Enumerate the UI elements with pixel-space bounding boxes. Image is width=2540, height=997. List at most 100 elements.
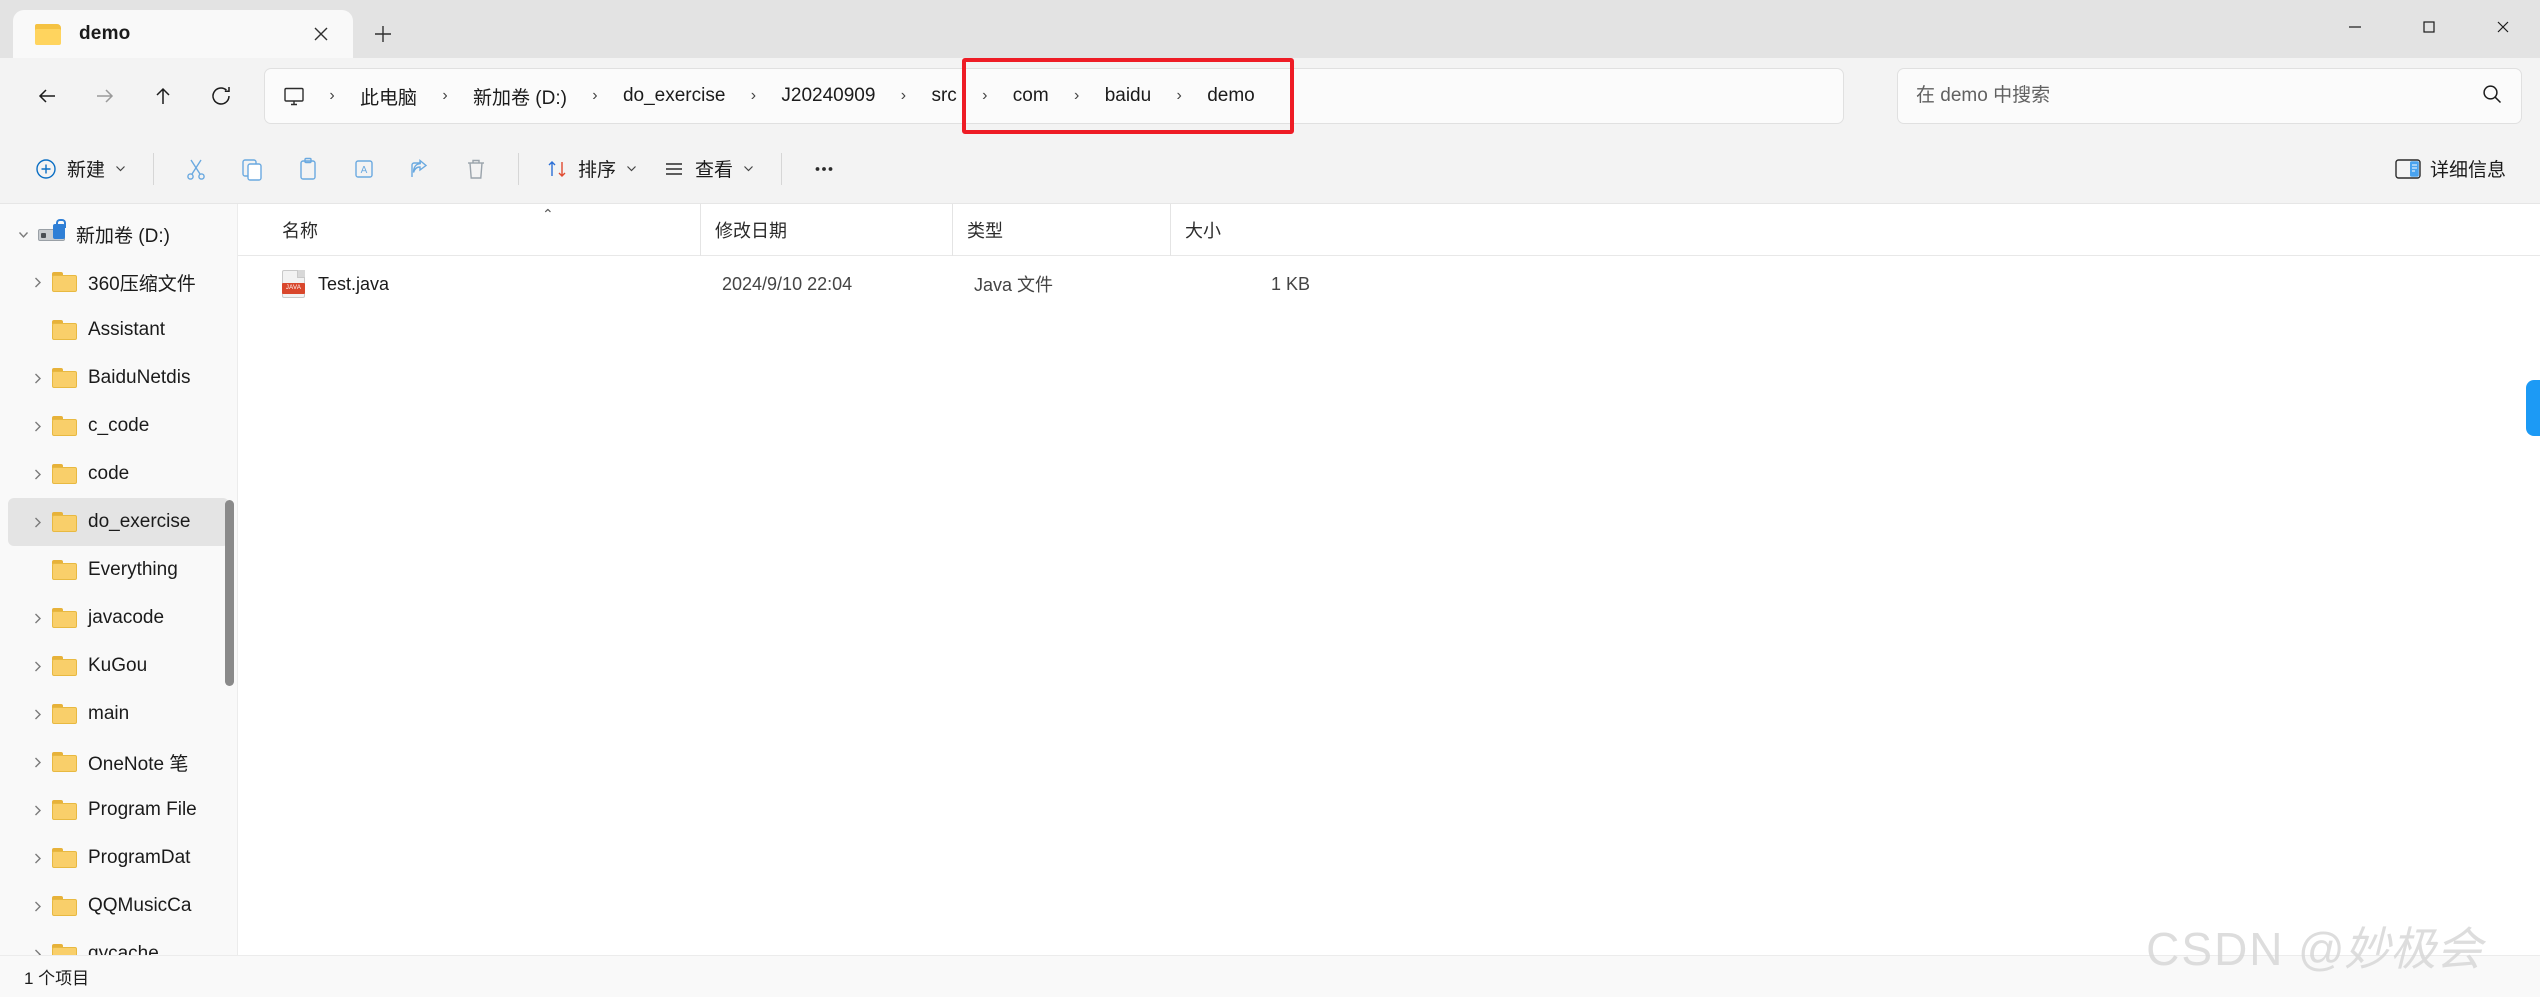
new-tab-button[interactable] <box>353 10 413 58</box>
explorer-body: 新加卷 (D:) 360压缩文件 Assistant BaiduNetdis c_cod… <box>0 203 2540 955</box>
chevron-right-icon[interactable] <box>22 795 52 825</box>
search-icon[interactable] <box>2481 83 2503 110</box>
view-button-label: 查看 <box>695 160 734 181</box>
table-row[interactable]: JAVA Test.java 2024/9/10 22:04 Java 文件 1… <box>246 258 2532 310</box>
sidebar-item-programdat[interactable]: ProgramDat <box>8 834 229 882</box>
chevron-right-icon[interactable] <box>22 747 52 777</box>
breadcrumb-separator: › <box>442 87 448 104</box>
chevron-right-icon[interactable] <box>22 651 52 681</box>
view-button[interactable]: 查看 <box>650 144 767 194</box>
chevron-down-icon[interactable] <box>8 219 38 249</box>
column-header-modified[interactable]: 修改日期 <box>700 203 952 256</box>
file-type-cell: Java 文件 <box>974 275 1054 295</box>
sidebar-scrollbar[interactable] <box>225 500 234 686</box>
breadcrumb-item-baidu[interactable]: baidu <box>1092 74 1165 118</box>
delete-button[interactable] <box>448 144 504 194</box>
column-header-type[interactable]: 类型 <box>952 203 1170 256</box>
folder-icon <box>52 848 77 868</box>
breadcrumb-separator: › <box>329 87 335 104</box>
sidebar-item-c-code[interactable]: c_code <box>8 402 229 450</box>
sidebar-item-assistant[interactable]: Assistant <box>8 306 229 354</box>
file-modified-cell: 2024/9/10 22:04 <box>722 273 853 294</box>
chevron-right-icon[interactable] <box>22 891 52 921</box>
sidebar-item-do-exercise[interactable]: do_exercise <box>8 498 229 546</box>
chevron-right-icon[interactable] <box>22 411 52 441</box>
folder-icon <box>52 656 77 676</box>
folder-icon <box>52 368 77 388</box>
sidebar-item-label: ProgramDat <box>88 847 191 868</box>
sidebar-item-program-file[interactable]: Program File <box>8 786 229 834</box>
this-pc-icon[interactable] <box>271 74 317 118</box>
copy-button[interactable] <box>224 144 280 194</box>
column-header-size[interactable]: 大小 <box>1170 203 1330 256</box>
breadcrumb-item-src[interactable]: src <box>918 74 969 118</box>
navigation-bar: › 此电脑 › 新加卷 (D:) › do_exercise › J202409… <box>0 58 2540 134</box>
breadcrumb-separator: › <box>982 87 988 104</box>
sidebar-item-qqmusicca[interactable]: QQMusicCa <box>8 882 229 930</box>
address-bar-breadcrumb[interactable]: › 此电脑 › 新加卷 (D:) › do_exercise › J202409… <box>264 68 1844 124</box>
sort-button[interactable]: 排序 <box>533 144 650 194</box>
folder-icon <box>52 320 77 340</box>
close-tab-icon[interactable] <box>303 16 339 52</box>
sidebar-item-label: c_code <box>88 415 150 436</box>
paste-button[interactable] <box>280 144 336 194</box>
details-pane-button[interactable]: 详细信息 <box>2383 144 2518 194</box>
close-window-button[interactable] <box>2466 0 2540 54</box>
sidebar-item-label: KuGou <box>88 655 148 676</box>
chevron-down-icon[interactable] <box>742 162 755 175</box>
up-button[interactable] <box>134 67 192 125</box>
breadcrumb-item-this-pc[interactable]: 此电脑 <box>347 74 430 118</box>
sidebar-item-main[interactable]: main <box>8 690 229 738</box>
feedback-tab-icon[interactable] <box>2526 380 2540 436</box>
chevron-right-icon[interactable] <box>22 699 52 729</box>
breadcrumb-separator: › <box>1176 87 1182 104</box>
search-input[interactable] <box>1916 85 2471 107</box>
sidebar-item-qycache[interactable]: qycache <box>8 930 229 955</box>
minimize-button[interactable] <box>2318 0 2392 54</box>
sidebar-item-baidunetdis[interactable]: BaiduNetdis <box>8 354 229 402</box>
tab-demo[interactable]: demo <box>13 10 353 58</box>
rename-button[interactable]: A <box>336 144 392 194</box>
chevron-right-icon[interactable] <box>22 939 52 955</box>
command-toolbar: 新建 A 排序 查看 详细信息 <box>0 134 2540 204</box>
cut-button[interactable] <box>168 144 224 194</box>
folder-icon <box>52 416 77 436</box>
breadcrumb-item-demo[interactable]: demo <box>1194 74 1268 118</box>
column-header-name[interactable]: 名称 ⌃ <box>262 204 700 256</box>
sidebar-item-label: Everything <box>88 559 178 580</box>
sidebar-item-code[interactable]: code <box>8 450 229 498</box>
chevron-down-icon[interactable] <box>114 162 127 175</box>
toolbar-divider <box>781 152 783 185</box>
chevron-down-icon[interactable] <box>625 162 638 175</box>
folder-icon <box>52 896 77 916</box>
window-controls <box>2318 0 2540 54</box>
sidebar-item-d[interactable]: 新加卷 (D:) <box>8 210 229 258</box>
breadcrumb-separator: › <box>1074 87 1080 104</box>
column-header-name-label: 名称 <box>282 220 318 241</box>
breadcrumb-item-drive-d[interactable]: 新加卷 (D:) <box>460 74 580 118</box>
share-button[interactable] <box>392 144 448 194</box>
sidebar-item-javacode[interactable]: javacode <box>8 594 229 642</box>
sidebar-item-onenote[interactable]: OneNote 笔 <box>8 738 229 786</box>
back-button[interactable] <box>18 67 76 125</box>
chevron-right-icon[interactable] <box>22 603 52 633</box>
sidebar-item-everything[interactable]: Everything <box>8 546 229 594</box>
tab-title: demo <box>79 23 131 44</box>
breadcrumb-item-do-exercise[interactable]: do_exercise <box>610 74 738 118</box>
chevron-right-icon[interactable] <box>22 843 52 873</box>
breadcrumb-item-j20240909[interactable]: J20240909 <box>768 74 888 118</box>
sidebar-item-360[interactable]: 360压缩文件 <box>8 258 229 306</box>
search-box[interactable] <box>1897 68 2522 124</box>
sort-button-label: 排序 <box>578 160 617 181</box>
breadcrumb-item-com[interactable]: com <box>1000 74 1062 118</box>
chevron-right-icon[interactable] <box>22 363 52 393</box>
new-button[interactable]: 新建 <box>22 144 139 194</box>
refresh-button[interactable] <box>192 67 250 125</box>
chevron-right-icon[interactable] <box>22 459 52 489</box>
chevron-right-icon[interactable] <box>22 507 52 537</box>
more-options-button[interactable] <box>796 144 852 194</box>
chevron-right-icon[interactable] <box>22 267 52 297</box>
sidebar-item-kugou[interactable]: KuGou <box>8 642 229 690</box>
navigation-sidebar[interactable]: 新加卷 (D:) 360压缩文件 Assistant BaiduNetdis c_cod… <box>0 204 238 955</box>
maximize-button[interactable] <box>2392 0 2466 54</box>
